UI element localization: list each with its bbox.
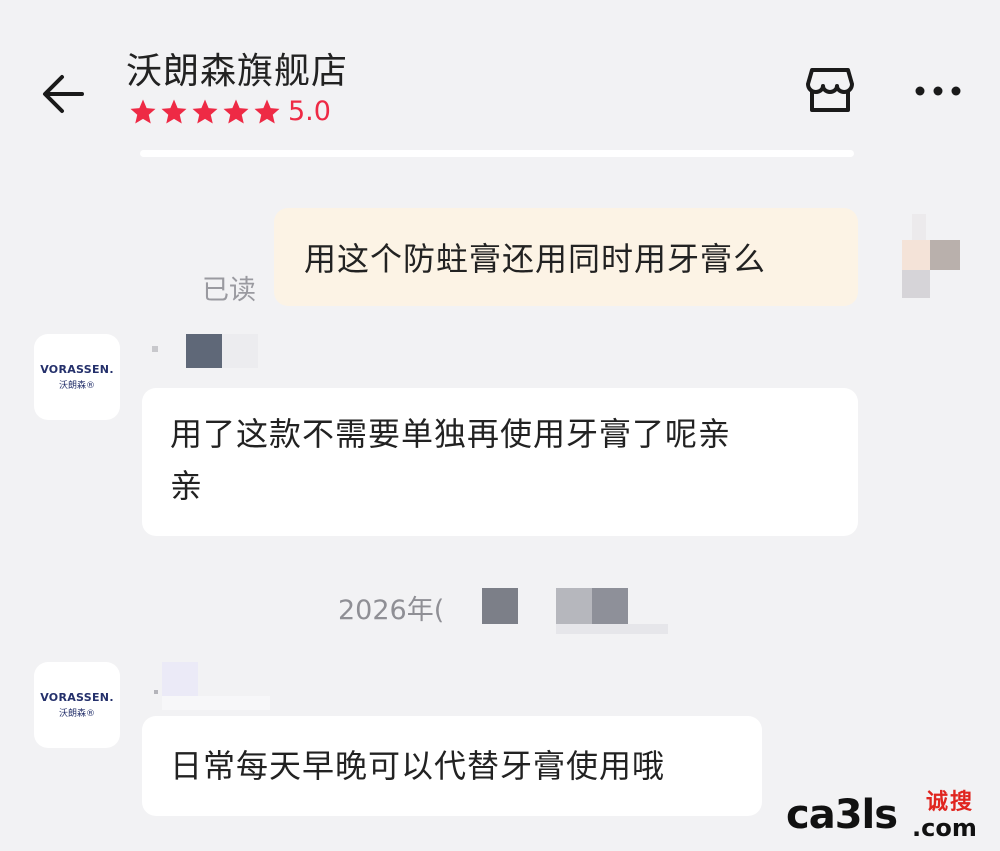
star-icon [161, 99, 187, 123]
incoming-message-line: 用了这款不需要单独再使用牙膏了呢亲 [170, 415, 732, 453]
rating-score: 5.0 [288, 96, 331, 127]
star-icon [192, 99, 218, 123]
watermark-cn: 诚搜 [926, 790, 975, 815]
shop-rating: 5.0 [128, 96, 331, 127]
shop-avatar[interactable]: VORASSEN. 沃朗森® [34, 334, 120, 420]
star-icon [254, 99, 280, 123]
avatar-logo-cn: 沃朗森® [58, 381, 95, 391]
avatar-logo-cn: 沃朗森® [58, 709, 95, 719]
watermark-latin: ca3ls [786, 792, 898, 838]
outgoing-message-bubble[interactable]: 用这个防蛀膏还用同时用牙膏么 [274, 208, 858, 306]
star-icon [130, 99, 156, 123]
chat-timestamp: 2026年( [338, 595, 445, 626]
arrow-left-icon[interactable] [38, 68, 90, 120]
header-divider [140, 150, 854, 157]
shop-avatar[interactable]: VORASSEN. 沃朗森® [34, 662, 120, 748]
outgoing-message-text: 用这个防蛀膏还用同时用牙膏么 [304, 240, 767, 278]
pixelated-sender-name [152, 662, 272, 712]
pixelated-sender-name [152, 334, 272, 374]
avatar-logo-text: VORASSEN. [40, 363, 114, 376]
rating-stars [128, 97, 282, 127]
star-icon [223, 99, 249, 123]
site-watermark: ca3ls 诚搜 .com [786, 784, 992, 846]
chat-header: 沃朗森旗舰店 5.0 [0, 0, 1000, 160]
watermark-domain: .com [912, 814, 977, 842]
incoming-message-bubble[interactable]: 用了这款不需要单独再使用牙膏了呢亲 亲 [142, 388, 858, 536]
more-dots-icon[interactable] [912, 74, 964, 108]
read-status: 已读 [202, 275, 256, 306]
incoming-message-bubble[interactable]: 日常每天早晚可以代替牙膏使用哦 [142, 716, 762, 816]
pixelated-timestamp [458, 586, 670, 640]
store-icon[interactable] [802, 62, 858, 118]
user-avatar[interactable] [898, 212, 962, 302]
shop-name[interactable]: 沃朗森旗舰店 [126, 42, 348, 94]
avatar-logo-text: VORASSEN. [40, 691, 114, 704]
incoming-message-text: 日常每天早晚可以代替牙膏使用哦 [170, 747, 666, 785]
incoming-message-line: 亲 [170, 467, 204, 505]
